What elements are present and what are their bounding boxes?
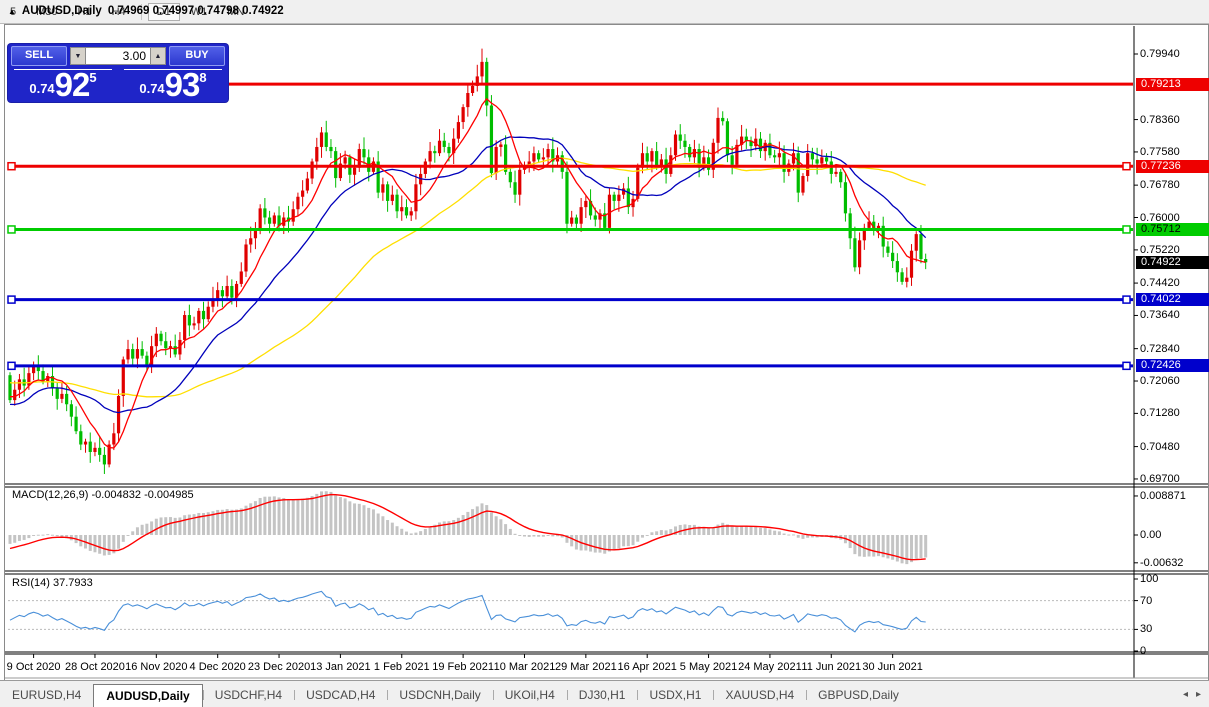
ask-price-prefix: 0.74 bbox=[139, 81, 164, 100]
price-axis-tick: 0.79940 bbox=[1140, 48, 1180, 60]
chart-frame bbox=[5, 26, 1208, 678]
time-axis-label: 16 Apr 2021 bbox=[618, 661, 677, 673]
chart-tab-ukoil-h4[interactable]: UKOil,H4 bbox=[493, 684, 567, 706]
rsi-axis-tick: 0 bbox=[1140, 645, 1146, 657]
buy-button[interactable]: BUY bbox=[169, 46, 225, 66]
time-axis-label: 30 Jun 2021 bbox=[862, 661, 923, 673]
time-axis-label: 29 Mar 2021 bbox=[555, 661, 617, 673]
application-window: 5M30H1H4D1W1MN ▲ AUDUSD,Daily 0.74969 0.… bbox=[0, 0, 1209, 707]
time-axis-label: 11 Jun 2021 bbox=[801, 661, 861, 673]
hlines-layer bbox=[8, 84, 1133, 369]
volume-input[interactable]: 3.00 bbox=[86, 47, 150, 65]
sell-button[interactable]: SELL bbox=[11, 46, 67, 66]
rsi-layer bbox=[8, 591, 1133, 632]
ask-price-main: 93 bbox=[165, 70, 200, 100]
price-axis-tick: 0.72840 bbox=[1140, 343, 1180, 355]
hline-price-badge[interactable]: 0.74022 bbox=[1136, 293, 1209, 306]
symbol-period-label: AUDUSD,Daily bbox=[22, 5, 102, 17]
chart-canvas[interactable] bbox=[0, 0, 1209, 707]
ask-price-display[interactable]: 0.74 93 8 bbox=[118, 68, 228, 100]
bid-price-pip: 5 bbox=[89, 70, 96, 85]
moving-averages-layer bbox=[10, 99, 926, 448]
price-axis-tick: 0.78360 bbox=[1140, 114, 1180, 126]
macd-label: MACD(12,26,9) -0.004832 -0.004985 bbox=[12, 489, 194, 501]
price-axis-tick: 0.69700 bbox=[1140, 473, 1180, 485]
time-axis-label: 1 Feb 2021 bbox=[374, 661, 430, 673]
time-axis-label: 10 Mar 2021 bbox=[494, 661, 556, 673]
tab-scroll-arrows: ◂▸ bbox=[1183, 689, 1209, 700]
hline-price-badge[interactable]: 0.72426 bbox=[1136, 359, 1209, 372]
chart-tab-usdchf-h4[interactable]: USDCHF,H4 bbox=[203, 684, 294, 706]
time-axis-label: 24 May 2021 bbox=[738, 661, 802, 673]
price-axis-tick: 0.70480 bbox=[1140, 441, 1180, 453]
chart-tab-dj30-h1[interactable]: DJ30,H1 bbox=[567, 684, 638, 706]
chart-title: ▲ AUDUSD,Daily 0.74969 0.74997 0.74798 0… bbox=[8, 5, 284, 17]
bid-price-prefix: 0.74 bbox=[29, 81, 54, 100]
time-axis-label: 13 Jan 2021 bbox=[310, 661, 371, 673]
macd-axis-tick: 0.008871 bbox=[1140, 490, 1186, 502]
time-axis-label: 23 Dec 2020 bbox=[248, 661, 310, 673]
scroll-right-icon[interactable]: ▸ bbox=[1196, 689, 1201, 700]
chart-tab-usdx-h1[interactable]: USDX,H1 bbox=[637, 684, 713, 706]
rsi-label: RSI(14) 37.7933 bbox=[12, 577, 93, 589]
candles-layer bbox=[8, 49, 927, 474]
chart-tab-xauusd-h4[interactable]: XAUUSD,H4 bbox=[713, 684, 806, 706]
current-price-badge: 0.74922 bbox=[1136, 256, 1209, 269]
chart-tabbar: EURUSD,H4AUDUSD,DailyUSDCHF,H4USDCAD,H4U… bbox=[0, 680, 1209, 707]
axis-ticks-layer bbox=[34, 54, 1138, 658]
ohlc-quotes: 0.74969 0.74997 0.74798 0.74922 bbox=[108, 5, 284, 17]
chart-tab-gbpusd-daily[interactable]: GBPUSD,Daily bbox=[806, 684, 911, 706]
ask-price-pip: 8 bbox=[199, 70, 206, 85]
rsi-axis-tick: 30 bbox=[1140, 623, 1152, 635]
time-axis-label: 19 Feb 2021 bbox=[432, 661, 494, 673]
price-axis-tick: 0.71280 bbox=[1140, 407, 1180, 419]
macd-axis-tick: -0.00632 bbox=[1140, 557, 1183, 569]
price-axis-tick: 0.77580 bbox=[1140, 146, 1180, 158]
price-axis-tick: 0.75220 bbox=[1140, 244, 1180, 256]
time-axis-label: 28 Oct 2020 bbox=[65, 661, 125, 673]
price-axis-tick: 0.73640 bbox=[1140, 309, 1180, 321]
bid-price-main: 92 bbox=[55, 70, 90, 100]
hline-price-badge[interactable]: 0.77236 bbox=[1136, 160, 1209, 173]
chart-tab-eurusd-h4[interactable]: EURUSD,H4 bbox=[0, 684, 93, 706]
volume-decrease-icon[interactable]: ▼ bbox=[70, 47, 86, 65]
time-axis-label: 16 Nov 2020 bbox=[125, 661, 187, 673]
bid-price-display[interactable]: 0.74 92 5 bbox=[8, 68, 118, 100]
volume-increase-icon[interactable]: ▲ bbox=[150, 47, 166, 65]
chart-tab-usdcnh-daily[interactable]: USDCNH,Daily bbox=[387, 684, 492, 706]
chart-tab-audusd-daily[interactable]: AUDUSD,Daily bbox=[93, 684, 202, 707]
price-axis-tick: 0.76780 bbox=[1140, 179, 1180, 191]
rsi-axis-tick: 100 bbox=[1140, 573, 1158, 585]
one-click-trade-panel: SELL ▼ 3.00 ▲ BUY 0.74 92 5 0.74 bbox=[8, 44, 228, 102]
price-axis-tick: 0.74420 bbox=[1140, 277, 1180, 289]
price-axis-tick: 0.76000 bbox=[1140, 212, 1180, 224]
time-axis-label: 4 Dec 2020 bbox=[190, 661, 246, 673]
time-axis-label: 5 May 2021 bbox=[680, 661, 737, 673]
price-axis-tick: 0.72060 bbox=[1140, 375, 1180, 387]
scroll-left-icon[interactable]: ◂ bbox=[1183, 689, 1188, 700]
hline-price-badge[interactable]: 0.79213 bbox=[1136, 78, 1209, 91]
rsi-axis-tick: 70 bbox=[1140, 595, 1152, 607]
hline-price-badge[interactable]: 0.75712 bbox=[1136, 223, 1209, 236]
time-axis-label: 9 Oct 2020 bbox=[7, 661, 61, 673]
macd-layer bbox=[9, 491, 928, 564]
macd-axis-tick: 0.00 bbox=[1140, 529, 1161, 541]
volume-stepper: ▼ 3.00 ▲ bbox=[70, 47, 166, 65]
chart-tab-usdcad-h4[interactable]: USDCAD,H4 bbox=[294, 684, 387, 706]
collapse-panel-icon[interactable]: ▲ bbox=[8, 7, 16, 16]
